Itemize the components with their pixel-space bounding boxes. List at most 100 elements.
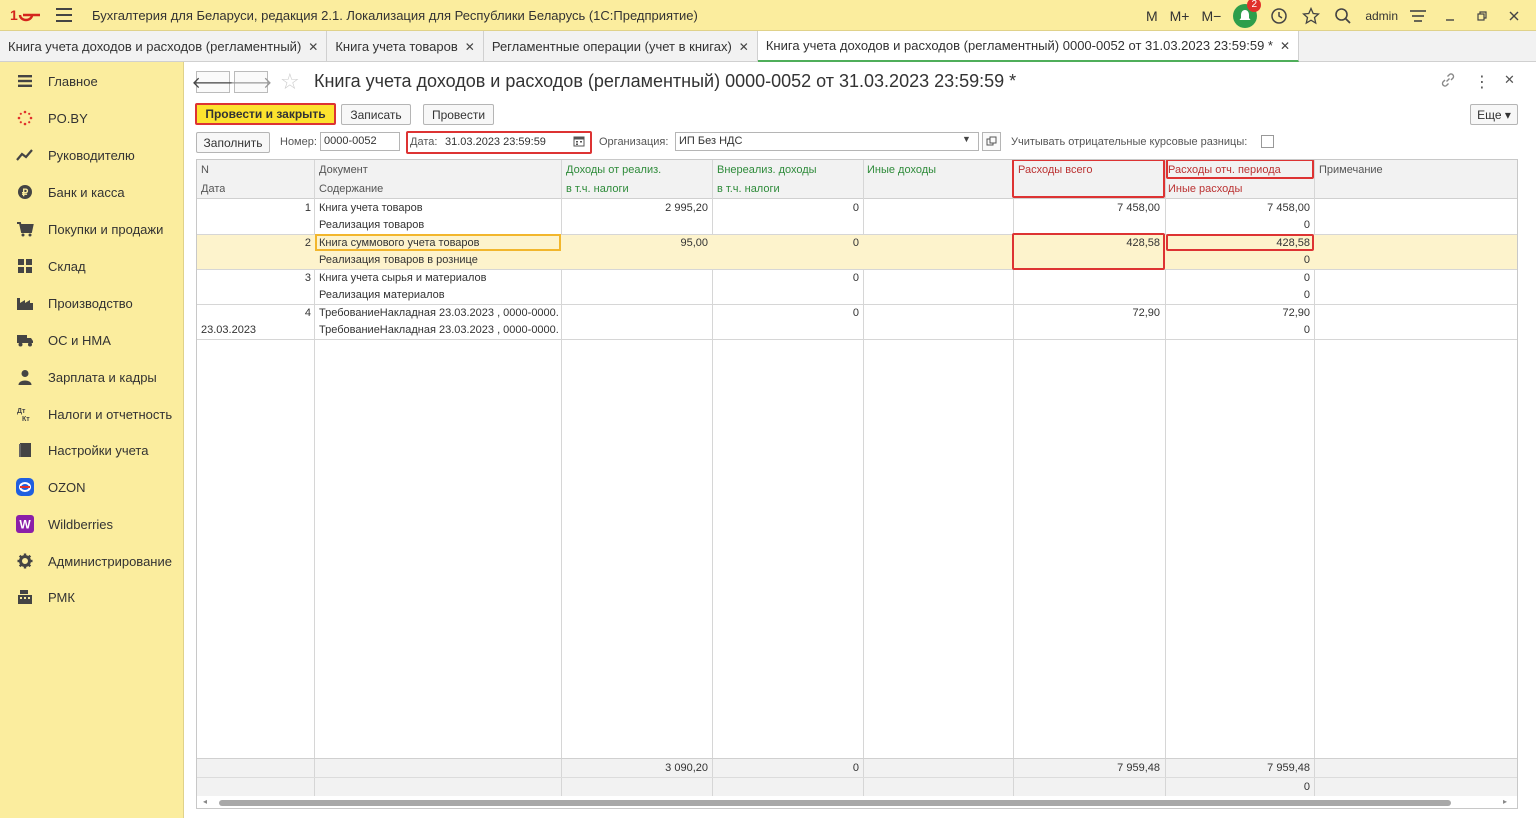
row3-content[interactable]: Реализация материалов bbox=[319, 289, 445, 301]
sidebar-item-production[interactable]: Производство bbox=[0, 288, 184, 318]
close-tab-icon[interactable]: ✕ bbox=[739, 40, 749, 54]
link-icon[interactable] bbox=[1440, 72, 1456, 91]
row4-nonop[interactable]: 0 bbox=[717, 307, 859, 319]
horizontal-scrollbar[interactable]: ◂ ▸ bbox=[197, 796, 1517, 808]
header-note[interactable]: Примечание bbox=[1319, 164, 1383, 176]
row1-n[interactable]: 1 bbox=[257, 202, 311, 214]
row3-n[interactable]: 3 bbox=[257, 272, 311, 284]
row2-income-sales[interactable]: 95,00 bbox=[566, 237, 708, 249]
row4-expenses-period[interactable]: 72,90 bbox=[1168, 307, 1310, 319]
sidebar-item-wildberries[interactable]: W Wildberries bbox=[0, 509, 184, 539]
row2-other-expenses[interactable]: 0 bbox=[1168, 254, 1310, 266]
header-income-sales[interactable]: Доходы от реализ. bbox=[566, 164, 661, 176]
more-actions-icon[interactable]: ⋮ bbox=[1474, 72, 1490, 92]
row2-content[interactable]: Реализация товаров в рознице bbox=[319, 254, 478, 266]
close-tab-icon[interactable]: ✕ bbox=[465, 40, 475, 54]
header-content[interactable]: Содержание bbox=[319, 183, 383, 195]
close-tab-icon[interactable]: ✕ bbox=[1280, 39, 1290, 53]
sidebar-item-main[interactable]: Главное bbox=[0, 66, 184, 96]
header-date[interactable]: Дата bbox=[201, 183, 225, 195]
close-tab-icon[interactable]: ✕ bbox=[308, 40, 318, 54]
search-icon[interactable] bbox=[1333, 6, 1353, 26]
dropdown-arrow-icon[interactable]: ▼ bbox=[962, 134, 971, 144]
sidebar-item-manager[interactable]: Руководителю bbox=[0, 140, 184, 170]
date-field[interactable]: 31.03.2023 23:59:59 bbox=[441, 133, 587, 151]
row4-other-expenses[interactable]: 0 bbox=[1168, 324, 1310, 336]
scrollbar-thumb[interactable] bbox=[219, 800, 1451, 806]
row4-n[interactable]: 4 bbox=[257, 307, 311, 319]
header-nonop-income-tax[interactable]: в т.ч. налоги bbox=[717, 183, 780, 195]
sidebar-item-payroll[interactable]: Зарплата и кадры bbox=[0, 362, 184, 392]
sidebar-item-warehouse[interactable]: Склад bbox=[0, 251, 184, 281]
number-field[interactable]: 0000-0052 bbox=[320, 132, 400, 151]
tab-current-document[interactable]: Книга учета доходов и расходов (регламен… bbox=[757, 31, 1300, 62]
post-and-close-button[interactable]: Провести и закрыть bbox=[195, 103, 336, 125]
organization-field[interactable]: ИП Без НДС bbox=[675, 132, 979, 151]
memory-minus-button[interactable]: M− bbox=[1201, 8, 1221, 24]
scroll-right-icon[interactable]: ▸ bbox=[1503, 797, 1507, 806]
header-document[interactable]: Документ bbox=[319, 164, 368, 176]
row3-nonop[interactable]: 0 bbox=[717, 272, 859, 284]
row1-other-expenses[interactable]: 0 bbox=[1168, 219, 1310, 231]
negative-diff-checkbox[interactable] bbox=[1261, 135, 1274, 148]
row4-expenses-total[interactable]: 72,90 bbox=[1018, 307, 1160, 319]
tab-label: Книга учета доходов и расходов (регламен… bbox=[8, 39, 302, 54]
tab-regulatory-operations[interactable]: Регламентные операции (учет в книгах) ✕ bbox=[484, 31, 758, 62]
history-icon[interactable] bbox=[1269, 6, 1289, 26]
sidebar-item-bank[interactable]: ₽ Банк и касса bbox=[0, 177, 184, 207]
sidebar-item-accounting-settings[interactable]: Настройки учета bbox=[0, 435, 184, 465]
row4-document[interactable]: ТребованиеНакладная 23.03.2023 , 0000-00… bbox=[319, 307, 559, 319]
main-menu-icon[interactable] bbox=[56, 8, 72, 22]
tab-goods-book[interactable]: Книга учета товаров ✕ bbox=[327, 31, 484, 62]
income-expense-table[interactable]: N Дата Документ Содержание Доходы от реа… bbox=[196, 159, 1518, 809]
row2-nonop[interactable]: 0 bbox=[717, 237, 859, 249]
settings-menu-icon[interactable] bbox=[1408, 6, 1428, 26]
save-button[interactable]: Записать bbox=[341, 104, 411, 125]
more-button[interactable]: Еще ▾ bbox=[1470, 104, 1518, 125]
header-other-expenses[interactable]: Иные расходы bbox=[1168, 183, 1242, 195]
user-name[interactable]: admin bbox=[1365, 9, 1398, 23]
open-organization-icon[interactable] bbox=[982, 132, 1001, 151]
1c-logo-icon[interactable]: 1 bbox=[10, 6, 44, 24]
restore-icon[interactable] bbox=[1472, 6, 1492, 26]
header-nonop-income[interactable]: Внереализ. доходы bbox=[717, 164, 817, 176]
row1-income-sales[interactable]: 2 995,20 bbox=[566, 202, 708, 214]
row1-expenses-total[interactable]: 7 458,00 bbox=[1018, 202, 1160, 214]
calendar-icon[interactable] bbox=[573, 135, 585, 150]
close-form-icon[interactable]: ✕ bbox=[1504, 72, 1515, 88]
close-window-icon[interactable] bbox=[1504, 6, 1524, 26]
favorites-star-icon[interactable] bbox=[1301, 6, 1321, 26]
row2-document[interactable]: Книга суммового учета товаров bbox=[319, 237, 480, 249]
memory-button[interactable]: M bbox=[1146, 8, 1158, 24]
row1-nonop[interactable]: 0 bbox=[717, 202, 859, 214]
memory-plus-button[interactable]: M+ bbox=[1170, 8, 1190, 24]
sidebar-item-poby[interactable]: PO.BY bbox=[0, 103, 184, 133]
fill-button[interactable]: Заполнить bbox=[196, 132, 270, 153]
post-button[interactable]: Провести bbox=[423, 104, 494, 125]
sidebar-item-sales[interactable]: Покупки и продажи bbox=[0, 214, 184, 244]
row1-content[interactable]: Реализация товаров bbox=[319, 219, 424, 231]
sidebar-item-ozon[interactable]: OZON bbox=[0, 472, 184, 502]
header-other-income[interactable]: Иные доходы bbox=[867, 164, 936, 176]
tab-income-book[interactable]: Книга учета доходов и расходов (регламен… bbox=[0, 31, 328, 62]
back-button[interactable]: 🡐 bbox=[192, 71, 234, 93]
row3-other-expenses[interactable]: 0 bbox=[1168, 289, 1310, 301]
row2-n[interactable]: 2 bbox=[257, 237, 311, 249]
scroll-left-icon[interactable]: ◂ bbox=[203, 797, 207, 806]
header-income-sales-tax[interactable]: в т.ч. налоги bbox=[566, 183, 629, 195]
notifications-bell-icon[interactable]: 2 bbox=[1233, 0, 1262, 28]
row4-content[interactable]: ТребованиеНакладная 23.03.2023 , 0000-00… bbox=[319, 324, 559, 336]
row4-date[interactable]: 23.03.2023 bbox=[201, 324, 256, 336]
row3-expenses-period[interactable]: 0 bbox=[1168, 272, 1310, 284]
sidebar-item-taxes[interactable]: Дт Кт Налоги и отчетность bbox=[0, 399, 184, 429]
sidebar-item-fixed-assets[interactable]: ОС и НМА bbox=[0, 325, 184, 355]
minimize-icon[interactable] bbox=[1440, 6, 1460, 26]
forward-button[interactable]: 🡒 bbox=[230, 71, 272, 93]
sidebar-item-rmk[interactable]: РМК bbox=[0, 582, 184, 612]
favorite-star-icon[interactable]: ☆ bbox=[280, 69, 300, 95]
row1-expenses-period[interactable]: 7 458,00 bbox=[1168, 202, 1310, 214]
sidebar-item-administration[interactable]: Администрирование bbox=[0, 546, 184, 576]
row3-document[interactable]: Книга учета сырья и материалов bbox=[319, 272, 486, 284]
header-n[interactable]: N bbox=[201, 164, 209, 176]
row1-document[interactable]: Книга учета товаров bbox=[319, 202, 423, 214]
